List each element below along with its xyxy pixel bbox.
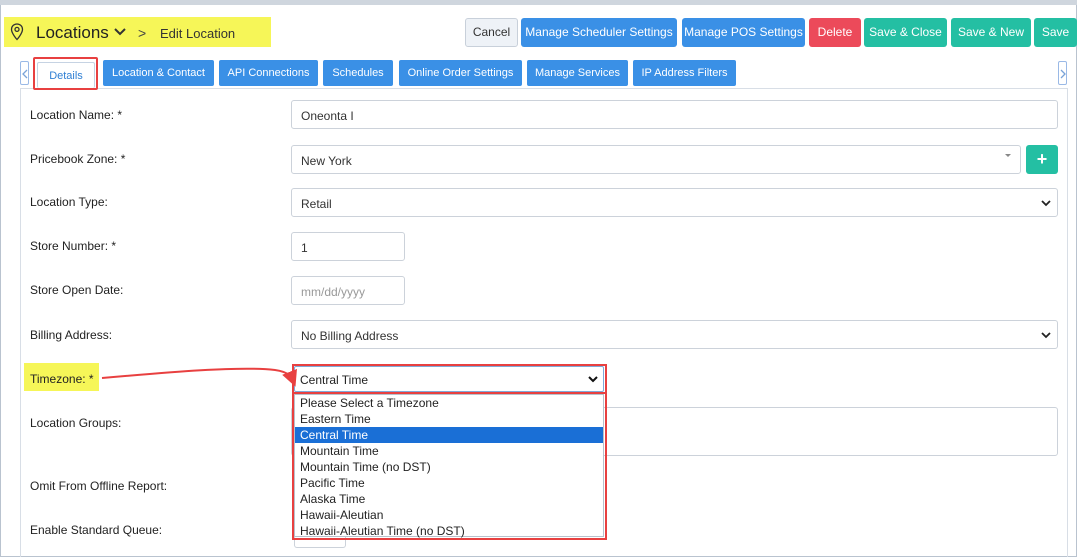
timezone-label: Timezone: * [30,372,94,386]
tab-scroll-right[interactable] [1058,61,1067,85]
map-pin-icon [10,23,24,41]
tab-online-order-settings[interactable]: Online Order Settings [399,60,522,86]
location-name-label: Location Name: * [30,108,123,122]
location-groups-label: Location Groups: [30,416,122,430]
billing-address-select[interactable]: No Billing Address [291,320,1058,349]
tab-ip-address-filters[interactable]: IP Address Filters [633,60,736,86]
manage-scheduler-settings-button[interactable]: Manage Scheduler Settings [521,18,677,47]
store-open-date-input[interactable]: mm/dd/yyyy [291,276,405,305]
store-number-value: 1 [301,241,308,255]
pricebook-zone-select[interactable]: New York [291,145,1021,174]
timezone-select-annotation [292,364,607,394]
breadcrumb-subtitle: Edit Location [160,26,236,41]
location-name-value: Oneonta I [301,109,354,123]
location-type-value: Retail [301,197,332,211]
store-open-date-label: Store Open Date: [30,283,124,297]
timezone-dropdown-annotation [292,392,607,540]
pricebook-zone-label: Pricebook Zone: * [30,152,126,166]
tab-details-annotation [33,57,98,90]
enable-queue-label: Enable Standard Queue: [30,523,163,537]
location-name-input[interactable]: Oneonta I [291,100,1058,129]
manage-pos-settings-button[interactable]: Manage POS Settings [682,18,805,47]
add-pricebook-zone-button[interactable]: + [1026,145,1058,174]
tab-schedules[interactable]: Schedules [323,60,393,86]
delete-button[interactable]: Delete [809,18,861,47]
caret-down-icon [1005,153,1011,157]
store-open-date-placeholder: mm/dd/yyyy [301,285,366,299]
omit-offline-label: Omit From Offline Report: [30,479,168,493]
breadcrumb-separator: > [138,25,147,41]
billing-address-label: Billing Address: [30,328,113,342]
tab-manage-services[interactable]: Manage Services [527,60,628,86]
cancel-button[interactable]: Cancel [465,18,518,47]
chevron-right-icon [1060,69,1066,79]
breadcrumb-title[interactable]: Locations [36,23,109,43]
chevron-down-icon [1041,331,1051,338]
top-strip [0,0,1077,5]
save-button[interactable]: Save [1034,18,1077,47]
save-new-button[interactable]: Save & New [951,18,1031,47]
store-number-input[interactable]: 1 [291,232,405,261]
store-number-label: Store Number: * [30,239,117,253]
chevron-down-icon[interactable] [113,27,127,37]
tab-api-connections[interactable]: API Connections [219,60,318,86]
tab-scroll-left[interactable] [20,61,29,85]
save-close-button[interactable]: Save & Close [864,18,947,47]
pricebook-zone-value: New York [301,154,352,168]
billing-address-value: No Billing Address [301,329,399,343]
location-type-select[interactable]: Retail [291,188,1058,217]
chevron-down-icon [1041,199,1051,206]
location-type-label: Location Type: [30,195,108,209]
chevron-left-icon [22,69,28,79]
tab-location-contact[interactable]: Location & Contact [103,60,214,86]
